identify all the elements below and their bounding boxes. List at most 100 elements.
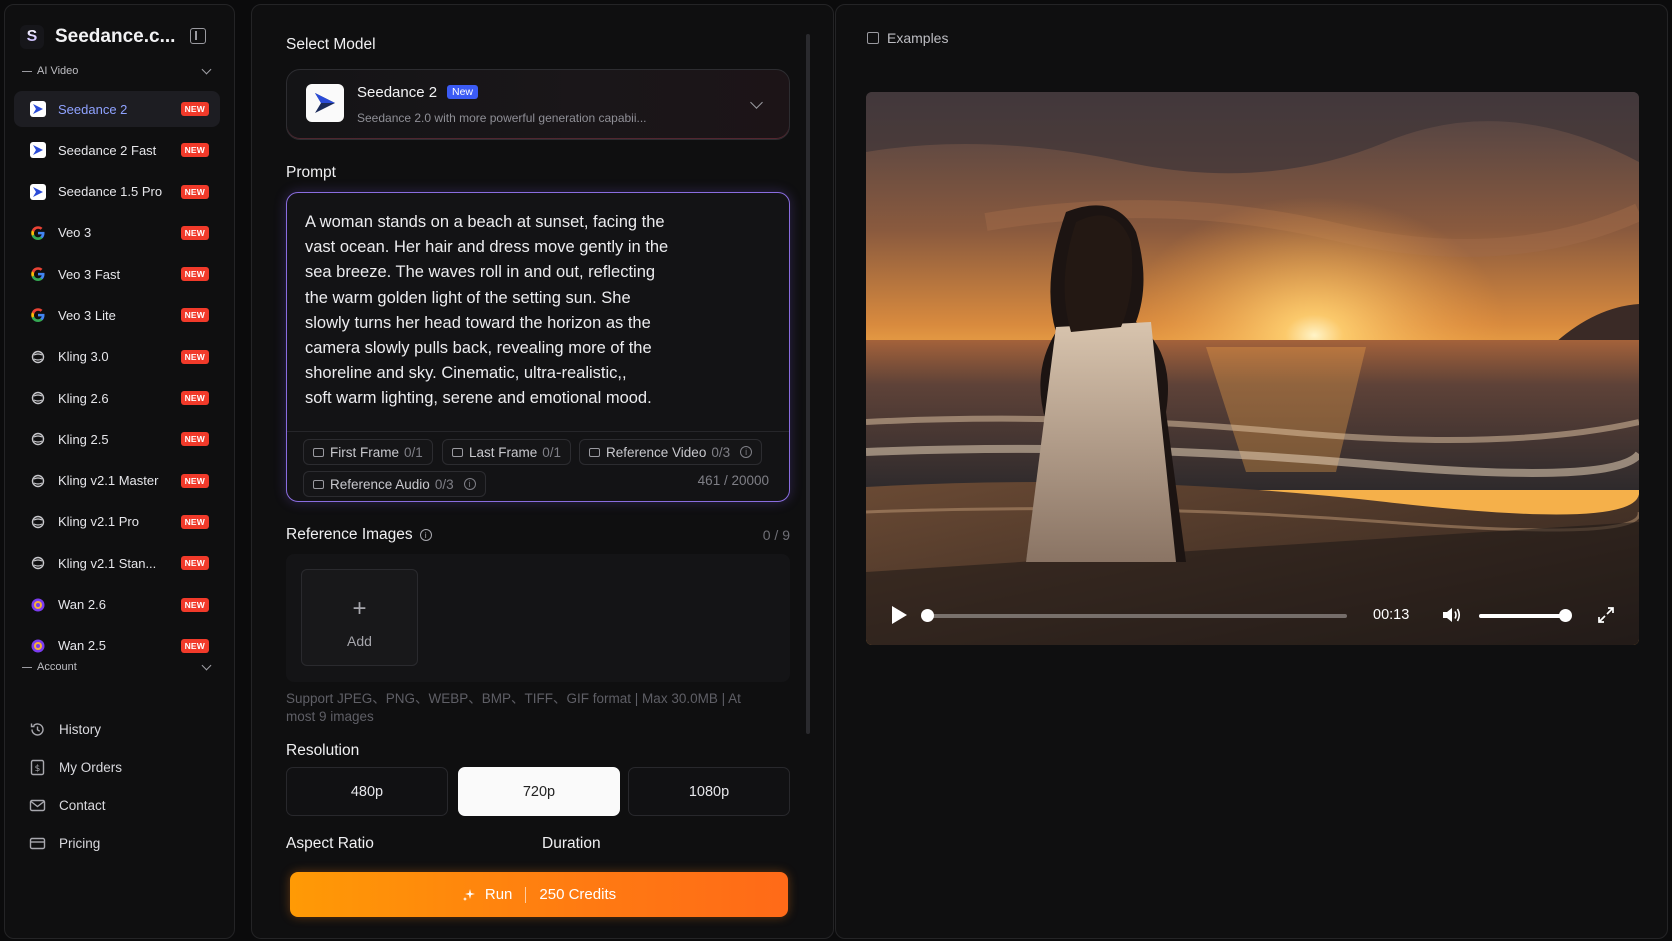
- sidebar-item-contact[interactable]: Contact: [22, 786, 222, 824]
- seedance-logo-icon: [306, 84, 344, 122]
- wan-icon: [30, 638, 46, 654]
- prompt-divider: [287, 431, 789, 432]
- sidebar-item-history[interactable]: History: [22, 710, 222, 748]
- model-nav: Seedance 2 NEW Seedance 2 Fast NEW Seedance …: [14, 91, 220, 669]
- new-badge: NEW: [180, 225, 209, 240]
- sidebar-item-my-orders[interactable]: $ My Orders: [22, 748, 222, 786]
- aspect-ratio-label: Aspect Ratio: [286, 835, 374, 852]
- seek-bar[interactable]: [921, 609, 1347, 622]
- run-credits: 250 Credits: [539, 886, 617, 903]
- add-reference-image-button[interactable]: + Add: [301, 569, 418, 666]
- sidebar-item-seedance-1-5-pro[interactable]: Seedance 1.5 Pro NEW: [14, 174, 220, 210]
- plus-icon: +: [352, 595, 367, 622]
- account-section-header[interactable]: Account: [22, 658, 214, 676]
- prompt-input[interactable]: A woman stands on a beach at sunset, fac…: [286, 192, 790, 502]
- sidebar-item-seedance-2-fast[interactable]: Seedance 2 Fast NEW: [14, 132, 220, 168]
- info-icon[interactable]: i: [419, 529, 432, 541]
- reference-video-button[interactable]: Reference Video 0/3 i: [579, 439, 763, 465]
- new-badge: NEW: [180, 308, 209, 323]
- model-select-dropdown[interactable]: Seedance 2 New Seedance 2.0 with more po…: [286, 69, 790, 140]
- google-icon: [30, 307, 46, 323]
- video-controls: 00:13: [866, 585, 1639, 645]
- example-video-player[interactable]: 00:13: [866, 92, 1639, 645]
- brand-logo: S: [20, 25, 44, 49]
- play-icon[interactable]: [892, 606, 907, 624]
- sidebar-item-kling-v2-1-master[interactable]: Kling v2.1 Master NEW: [14, 463, 220, 499]
- sidebar-item-label: Pricing: [59, 835, 101, 851]
- sidebar-item-kling-2-5[interactable]: Kling 2.5 NEW: [14, 421, 220, 457]
- kling-icon: [30, 349, 46, 365]
- kling-icon: [30, 431, 46, 447]
- sidebar-item-wan-2-6[interactable]: Wan 2.6 NEW: [14, 587, 220, 623]
- select-model-label: Select Model: [286, 36, 376, 53]
- mail-icon: [28, 796, 46, 814]
- new-badge: NEW: [180, 597, 209, 612]
- seedance-icon: [30, 142, 46, 159]
- sidebar-item-veo-3-fast[interactable]: Veo 3 Fast NEW: [14, 256, 220, 292]
- seek-handle[interactable]: [921, 609, 934, 622]
- first-frame-button[interactable]: First Frame 0/1: [303, 439, 433, 465]
- examples-header: Examples: [867, 30, 948, 46]
- reference-images-dropzone[interactable]: + Add: [286, 554, 790, 682]
- seedance-icon: [30, 183, 46, 200]
- sidebar-item-label: Veo 3 Lite: [58, 307, 116, 323]
- examples-title: Examples: [887, 30, 949, 46]
- kling-icon: [30, 514, 46, 530]
- collapse-sidebar-icon[interactable]: [190, 28, 206, 44]
- ai-video-section-label: AI Video: [37, 65, 79, 77]
- sidebar-item-seedance-2[interactable]: Seedance 2 NEW: [14, 91, 220, 127]
- sidebar-item-label: Seedance 2 Fast: [58, 142, 157, 158]
- sidebar-item-label: Seedance 1.5 Pro: [58, 184, 163, 200]
- new-badge: NEW: [180, 391, 209, 406]
- resolution-label: Resolution: [286, 742, 360, 759]
- sidebar-item-pricing[interactable]: Pricing: [22, 824, 222, 862]
- sidebar-item-kling-3-0[interactable]: Kling 3.0 NEW: [14, 339, 220, 375]
- sidebar-item-label: Contact: [59, 797, 106, 813]
- sidebar-item-label: Veo 3: [58, 225, 92, 241]
- playback-time: 00:13: [1373, 607, 1410, 623]
- sidebar-item-veo-3[interactable]: Veo 3 NEW: [14, 215, 220, 251]
- new-badge: NEW: [180, 514, 209, 529]
- sidebar-item-label: Veo 3 Fast: [58, 266, 121, 282]
- dash-icon: [22, 70, 32, 72]
- sidebar-item-label: Kling v2.1 Master: [58, 473, 159, 489]
- sidebar-item-label: Kling 2.6: [58, 390, 109, 406]
- last-frame-label: Last Frame: [469, 444, 538, 460]
- resolution-480p-button[interactable]: 480p: [286, 767, 448, 816]
- account-section-label: Account: [37, 661, 77, 673]
- run-divider: [525, 886, 527, 903]
- sidebar-item-veo-3-lite[interactable]: Veo 3 Lite NEW: [14, 297, 220, 333]
- reference-audio-button[interactable]: Reference Audio 0/3 i: [303, 471, 486, 497]
- history-icon: [28, 720, 46, 738]
- sidebar-item-kling-v2-1-stan[interactable]: Kling v2.1 Stan... NEW: [14, 545, 220, 581]
- reference-audio-label: Reference Audio: [330, 476, 430, 492]
- volume-handle[interactable]: [1558, 609, 1572, 622]
- sidebar-item-label: My Orders: [59, 759, 123, 775]
- prompt-text[interactable]: A woman stands on a beach at sunset, fac…: [305, 210, 745, 412]
- new-badge: NEW: [180, 556, 209, 571]
- new-badge: NEW: [180, 473, 209, 488]
- card-icon: [28, 834, 46, 852]
- kling-icon: [30, 390, 46, 406]
- resolution-1080p-button[interactable]: 1080p: [628, 767, 790, 816]
- add-label: Add: [347, 633, 372, 649]
- sidebar-item-kling-2-6[interactable]: Kling 2.6 NEW: [14, 380, 220, 416]
- svg-text:$: $: [34, 764, 40, 774]
- ai-video-section-header[interactable]: AI Video: [22, 62, 214, 80]
- resolution-720p-button[interactable]: 720p: [458, 767, 620, 816]
- model-new-tag: New: [447, 85, 479, 99]
- google-icon: [30, 266, 46, 282]
- volume-slider[interactable]: [1479, 609, 1572, 622]
- run-label: Run: [484, 886, 513, 903]
- sidebar-item-label: History: [59, 721, 102, 737]
- sidebar-item-kling-v2-1-pro[interactable]: Kling v2.1 Pro NEW: [14, 504, 220, 540]
- info-icon[interactable]: i: [740, 446, 753, 458]
- fullscreen-icon[interactable]: [1597, 606, 1615, 624]
- selected-model-name: Seedance 2: [357, 84, 438, 101]
- sidebar-item-label: Kling v2.1 Pro: [58, 514, 139, 530]
- form-scrollbar[interactable]: [806, 34, 810, 734]
- info-icon[interactable]: i: [463, 478, 476, 490]
- run-button[interactable]: Run 250 Credits: [290, 872, 788, 917]
- last-frame-button[interactable]: Last Frame 0/1: [442, 439, 572, 465]
- volume-icon[interactable]: [1441, 606, 1461, 624]
